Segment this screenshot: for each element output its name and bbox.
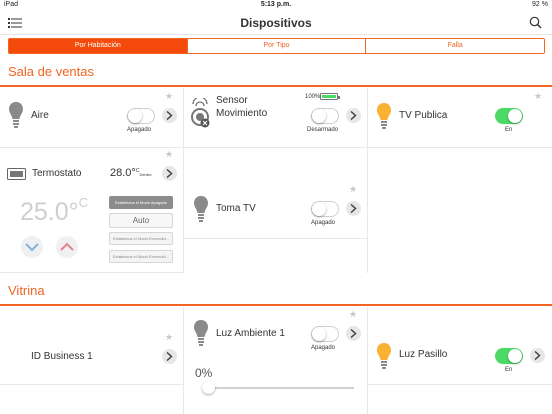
id-business-details-button[interactable] [162, 349, 177, 364]
status-bar: iPad 5:13 p.m. 92 % [0, 0, 552, 11]
light-bulb-icon [194, 320, 208, 346]
setpoint-temperature: 25.0°C [20, 194, 89, 226]
chevron-right-icon [534, 351, 541, 360]
device-name-line2: Movimiento [216, 108, 268, 119]
toma-tv-details-button[interactable] [346, 201, 361, 216]
favorite-star-icon[interactable]: ★ [534, 92, 542, 101]
light-bulb-icon [9, 102, 23, 128]
navigation-bar: Dispositivos [0, 11, 552, 35]
section-divider [0, 304, 552, 306]
temperature-up-button[interactable] [56, 236, 78, 258]
chevron-right-icon [166, 352, 173, 361]
battery-percent: 100% [305, 94, 321, 100]
chevron-right-icon [166, 111, 173, 120]
section-title-vitrina: Vitrina [8, 283, 45, 298]
device-state: En [505, 367, 513, 373]
device-name: Termostato [32, 168, 82, 179]
sensor-details-button[interactable] [346, 108, 361, 123]
chevron-up-icon [60, 242, 74, 251]
toma-tv-toggle[interactable] [311, 201, 339, 217]
chevron-right-icon [350, 204, 357, 213]
light-bulb-icon [377, 343, 391, 369]
device-name: Luz Pasillo [399, 349, 448, 360]
favorite-star-icon[interactable]: ★ [165, 333, 173, 342]
favorite-star-icon[interactable]: ★ [165, 150, 173, 159]
favorite-star-icon[interactable]: ★ [349, 185, 357, 194]
segment-por-habitacion[interactable]: Por Habitación [9, 39, 188, 53]
device-name: Toma TV [216, 203, 256, 214]
search-icon[interactable] [529, 16, 542, 29]
view-segmented-control: Por Habitación Por Tipo Falla [8, 38, 545, 54]
temperature-down-button[interactable] [21, 236, 43, 258]
device-state: En [505, 127, 513, 133]
grid-divider [0, 147, 552, 148]
luz-pasillo-details-button[interactable] [530, 348, 545, 363]
mode-auto-button[interactable]: Auto [109, 213, 173, 228]
segment-falla[interactable]: Falla [366, 39, 544, 53]
current-temperature: 28.0°CDentro [110, 167, 152, 179]
device-state: Apagado [311, 220, 336, 226]
device-name: TV Publica [399, 110, 448, 121]
device-state: Apagado [127, 127, 152, 133]
battery-icon [320, 93, 340, 100]
luz-pasillo-toggle[interactable] [495, 348, 523, 364]
tv-publica-toggle[interactable] [495, 108, 523, 124]
grid-divider [367, 384, 552, 385]
grid-divider [183, 238, 367, 239]
segment-por-tipo[interactable]: Por Tipo [188, 39, 367, 53]
page-title: Dispositivos [240, 16, 312, 30]
motion-sensor-icon [191, 98, 210, 128]
favorite-star-icon[interactable]: ★ [349, 310, 357, 319]
luz-ambiente-toggle[interactable] [311, 326, 339, 342]
sensor-toggle[interactable] [311, 108, 339, 124]
dimmer-slider-handle[interactable] [202, 381, 215, 394]
aire-toggle[interactable] [127, 108, 155, 124]
chevron-right-icon [350, 329, 357, 338]
favorite-star-icon[interactable]: ★ [165, 92, 173, 101]
device-name: Luz Ambiente 1 [216, 328, 285, 339]
grid-divider [0, 272, 183, 273]
chevron-right-icon [350, 111, 357, 120]
termostato-details-button[interactable] [162, 166, 177, 181]
mode-off-button[interactable]: Establezca el Modo Apagado [109, 196, 173, 209]
grid-divider [367, 307, 368, 414]
section-title-sala-de-ventas: Sala de ventas [8, 64, 95, 79]
thermostat-icon [7, 168, 26, 180]
clock: 5:13 p.m. [260, 1, 292, 8]
chevron-down-icon [25, 243, 39, 252]
luz-ambiente-details-button[interactable] [346, 326, 361, 341]
device-state: Apagado [311, 345, 336, 351]
battery-level: 92 % [532, 1, 548, 8]
mode-heat-button[interactable]: Establezca el Modo Encendid... [109, 232, 173, 245]
grid-divider [183, 307, 184, 414]
grid-divider [183, 88, 184, 273]
mode-cool-button[interactable]: Establezca el Modo Encendid... [109, 250, 173, 263]
device-state: Desarmado [307, 127, 339, 133]
light-bulb-icon [194, 196, 208, 222]
device-name: Aire [31, 110, 49, 121]
device-name: ID Business 1 [31, 351, 93, 362]
dimmer-level: 0% [195, 366, 213, 380]
grid-divider [367, 88, 368, 273]
chevron-right-icon [166, 169, 173, 178]
dimmer-slider-track[interactable] [204, 387, 354, 389]
aire-details-button[interactable] [162, 108, 177, 123]
light-bulb-icon [377, 103, 391, 129]
device-name-line1: Sensor [216, 95, 248, 106]
grid-divider [0, 384, 183, 385]
section-divider [0, 85, 552, 87]
